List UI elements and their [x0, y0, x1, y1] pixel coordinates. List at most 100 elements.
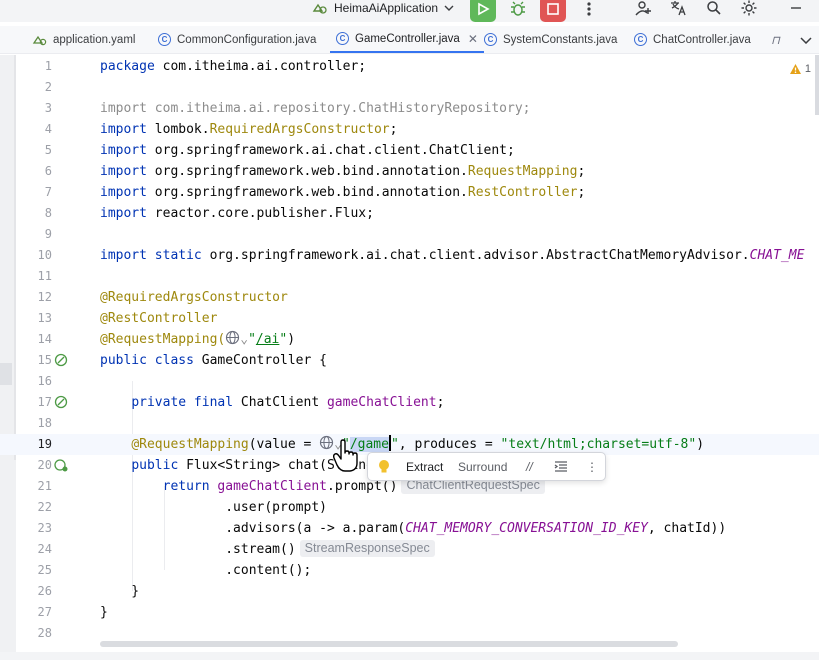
chevron-down-icon	[444, 5, 454, 11]
type-hint: StreamResponseSpec	[299, 540, 435, 557]
more-actions-icon[interactable]: ⋮	[586, 453, 598, 481]
floating-code-toolbar: Extract Surround // ⋮	[367, 452, 606, 481]
tab-list-dropdown[interactable]	[800, 26, 812, 53]
run-configuration-label: HeimaAiApplication	[334, 1, 439, 15]
code-line[interactable]: 9	[0, 224, 819, 245]
spring-bean-gutter-icon[interactable]	[54, 353, 68, 367]
java-class-icon: C	[484, 33, 497, 46]
code-line[interactable]: 14 @RequestMapping(⌄"/ai")	[0, 329, 819, 350]
settings-button[interactable]	[738, 0, 760, 19]
code-line[interactable]: 11	[0, 266, 819, 287]
code-line[interactable]: 6 import org.springframework.web.bind.an…	[0, 161, 819, 182]
code-text: @RequestMapping(⌄"/ai")	[100, 330, 296, 347]
status-bar	[0, 652, 819, 660]
code-text: }	[100, 605, 108, 620]
translate-button[interactable]	[667, 0, 689, 19]
tab-label: SystemConstants.java	[503, 33, 618, 46]
code-text: .stream() StreamResponseSpec	[100, 539, 435, 560]
chevron-down-icon	[800, 36, 812, 44]
tab-label: GameController.java	[355, 32, 460, 45]
code-line[interactable]: 1 package com.itheima.ai.controller;	[0, 56, 819, 77]
annotation-text: @RestController	[100, 311, 218, 326]
tab-label: CommonConfiguration.java	[177, 33, 317, 46]
code-text: .content();	[100, 563, 312, 578]
tab-game-controller[interactable]: C GameController.java ✕	[330, 26, 484, 53]
lightbulb-icon[interactable]	[377, 459, 391, 475]
search-button[interactable]	[703, 0, 725, 19]
code-line[interactable]: 12 @RequiredArgsConstructor	[0, 287, 819, 308]
more-vertical-icon	[587, 2, 591, 16]
code-line[interactable]: 10 import static org.springframework.ai.…	[0, 245, 819, 266]
tab-label: application.yaml	[53, 33, 136, 46]
bug-icon	[511, 1, 525, 16]
code-line[interactable]: 3 import com.itheima.ai.repository.ChatH…	[0, 98, 819, 119]
tab-system-constants[interactable]: C SystemConstants.java	[484, 26, 617, 53]
translate-icon	[671, 1, 686, 16]
run-icon	[478, 2, 490, 16]
close-tab-icon[interactable]: ✕	[468, 32, 478, 46]
main-toolbar: HeimaAiApplication	[0, 0, 819, 22]
tab-application-yaml[interactable]: application.yaml	[32, 26, 135, 53]
code-line[interactable]: 22 .user(prompt)	[0, 497, 819, 518]
code-text: import org.springframework.web.bind.anno…	[100, 185, 586, 200]
endpoint-gutter-icon[interactable]	[54, 458, 68, 472]
globe-icon[interactable]	[225, 330, 240, 345]
code-text: import reactor.core.publisher.Flux;	[100, 206, 374, 221]
code-line[interactable]: 8 import reactor.core.publisher.Flux;	[0, 203, 819, 224]
run-configuration-selector[interactable]: HeimaAiApplication	[312, 0, 454, 16]
spring-boot-icon	[312, 3, 327, 14]
code-line[interactable]: 7 import org.springframework.web.bind.an…	[0, 182, 819, 203]
code-line[interactable]: 16	[0, 371, 819, 392]
code-line[interactable]: 4 import lombok.RequiredArgsConstructor;	[0, 119, 819, 140]
tab-label: ChatController.java	[653, 33, 751, 46]
code-text: import org.springframework.ai.chat.clien…	[100, 143, 515, 158]
spring-bean-gutter-icon[interactable]	[54, 395, 68, 409]
code-line[interactable]: 2	[0, 77, 819, 98]
code-text: .advisors(a -> a.param(CHAT_MEMORY_CONVE…	[100, 521, 727, 536]
more-actions-button[interactable]	[578, 0, 600, 20]
code-line[interactable]: 5 import org.springframework.ai.chat.cli…	[0, 140, 819, 161]
code-line[interactable]: 18	[0, 413, 819, 434]
minimize-icon	[791, 7, 801, 9]
unused-import-text: import com.itheima.ai.repository.ChatHis…	[100, 101, 531, 116]
spring-file-icon	[32, 35, 47, 46]
code-line[interactable]: 24 .stream() StreamResponseSpec	[0, 539, 819, 560]
horizontal-scrollbar[interactable]	[100, 641, 678, 647]
comment-button[interactable]: //	[526, 453, 533, 481]
more-tabs-icon[interactable]: ⊓	[771, 26, 780, 53]
stop-icon	[547, 3, 559, 15]
surround-button[interactable]: Surround	[458, 453, 507, 481]
code-text: }	[100, 584, 140, 599]
code-line[interactable]: 26 }	[0, 581, 819, 602]
code-text: .user(prompt)	[100, 500, 327, 515]
code-line[interactable]: 13 @RestController	[0, 308, 819, 329]
code-line[interactable]: 23 .advisors(a -> a.param(CHAT_MEMORY_CO…	[0, 518, 819, 539]
annotation-text: @RequiredArgsConstructor	[100, 290, 288, 305]
tab-chat-controller[interactable]: C ChatController.java	[634, 26, 751, 53]
code-line[interactable]: 25 .content();	[0, 560, 819, 581]
code-text: package com.itheima.ai.controller;	[100, 59, 367, 74]
code-text: import org.springframework.web.bind.anno…	[100, 164, 586, 179]
debug-button[interactable]	[505, 0, 531, 22]
code-line[interactable]: 15 public class GameController {	[0, 350, 819, 371]
code-editor[interactable]: 1 1 package com.itheima.ai.controller; 2…	[0, 55, 819, 660]
code-text: import lombok.RequiredArgsConstructor;	[100, 122, 398, 137]
gear-icon	[741, 0, 757, 16]
stop-button[interactable]	[540, 0, 566, 22]
globe-icon[interactable]	[319, 435, 334, 450]
extract-button[interactable]: Extract	[406, 453, 443, 481]
run-button[interactable]	[470, 0, 496, 22]
java-class-icon: C	[634, 33, 647, 46]
add-user-button[interactable]	[632, 0, 654, 19]
tab-common-configuration[interactable]: C CommonConfiguration.java	[158, 26, 316, 53]
code-line[interactable]: 17 private final ChatClient gameChatClie…	[0, 392, 819, 413]
code-text: public class GameController {	[100, 353, 327, 368]
code-text: import static org.springframework.ai.cha…	[100, 248, 805, 263]
search-icon	[707, 1, 721, 15]
code-line[interactable]: 27 }	[0, 602, 819, 623]
add-user-icon	[635, 1, 651, 16]
hand-cursor-icon	[333, 439, 358, 472]
java-class-icon: C	[336, 32, 349, 45]
minimize-button[interactable]	[785, 0, 807, 19]
format-indent-icon[interactable]	[554, 460, 568, 474]
